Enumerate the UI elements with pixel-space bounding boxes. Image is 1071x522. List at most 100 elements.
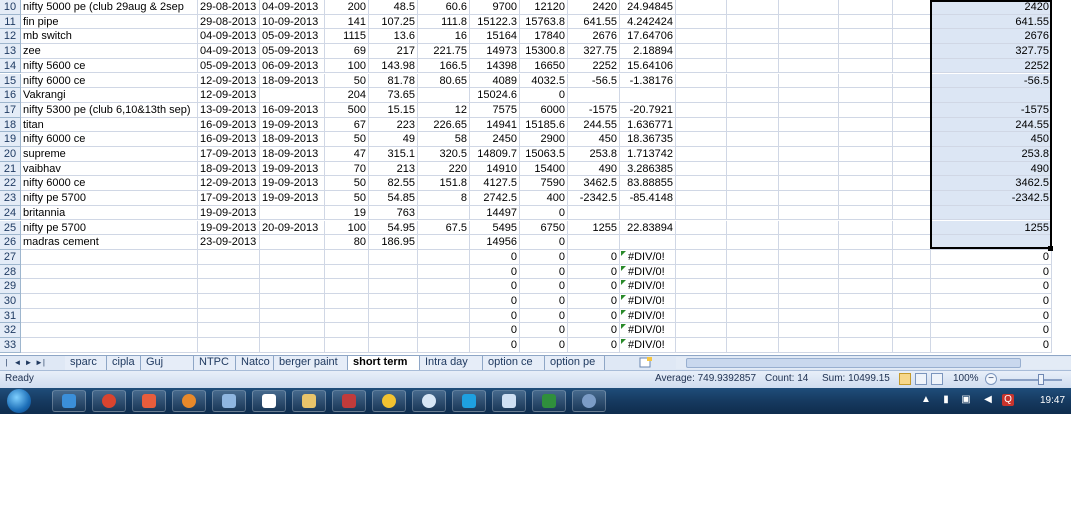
cell[interactable]: 166.5 xyxy=(418,58,470,74)
cell[interactable]: 13.6 xyxy=(369,29,418,45)
row-header[interactable]: 27 xyxy=(0,249,21,265)
cell[interactable] xyxy=(21,264,198,280)
cell[interactable]: 763 xyxy=(369,205,418,221)
cell[interactable] xyxy=(839,14,893,30)
cell[interactable]: 05-09-2013 xyxy=(260,29,325,45)
cell[interactable] xyxy=(325,249,369,265)
cell[interactable] xyxy=(839,323,893,339)
sheet-tab[interactable]: berger paint xyxy=(274,356,348,370)
cell[interactable] xyxy=(676,205,727,221)
row-header[interactable]: 20 xyxy=(0,147,21,162)
row-header[interactable]: 21 xyxy=(0,161,21,177)
cell[interactable]: -2342.5 xyxy=(568,191,620,206)
cell[interactable] xyxy=(676,323,727,339)
cell[interactable]: 12-09-2013 xyxy=(198,88,260,103)
cell[interactable]: 16-09-2013 xyxy=(198,117,260,133)
error-indicator-icon[interactable] xyxy=(621,309,626,315)
cell[interactable]: #DIV/0! xyxy=(620,264,676,280)
cell[interactable] xyxy=(260,294,325,309)
cell[interactable]: 327.75 xyxy=(568,44,620,59)
cell[interactable] xyxy=(839,0,893,15)
cell[interactable] xyxy=(676,220,727,236)
cell[interactable] xyxy=(260,235,325,250)
cell[interactable]: 15.64106 xyxy=(620,58,676,74)
cell[interactable]: 8 xyxy=(418,191,470,206)
selected-cell[interactable]: 2676 xyxy=(931,29,1052,45)
cell[interactable] xyxy=(839,44,893,59)
cell[interactable] xyxy=(325,323,369,339)
cell[interactable] xyxy=(418,294,470,309)
cell[interactable] xyxy=(260,279,325,294)
row-header[interactable]: 26 xyxy=(0,235,21,250)
cell[interactable] xyxy=(369,294,418,309)
row-header[interactable]: 33 xyxy=(0,338,21,353)
cell[interactable]: #DIV/0! xyxy=(620,308,676,324)
selected-cell[interactable]: 327.75 xyxy=(931,44,1052,59)
messenger-icon[interactable] xyxy=(372,390,406,412)
cell[interactable]: 4127.5 xyxy=(470,176,520,192)
cell[interactable] xyxy=(893,191,931,206)
cell[interactable]: 143.98 xyxy=(369,58,418,74)
cell[interactable] xyxy=(779,161,839,177)
cell[interactable] xyxy=(839,102,893,118)
cell[interactable] xyxy=(839,161,893,177)
cell[interactable] xyxy=(727,102,779,118)
cell[interactable]: 213 xyxy=(369,161,418,177)
cell[interactable] xyxy=(893,323,931,339)
cell[interactable] xyxy=(418,235,470,250)
selected-cell[interactable] xyxy=(931,205,1052,221)
cell[interactable] xyxy=(676,132,727,147)
cell[interactable]: vaibhav xyxy=(21,161,198,177)
cell[interactable] xyxy=(839,117,893,133)
cell[interactable]: 186.95 xyxy=(369,235,418,250)
cell[interactable]: 1115 xyxy=(325,29,369,45)
cell[interactable]: 2420 xyxy=(568,0,620,15)
cell[interactable]: 0 xyxy=(520,308,568,324)
cell[interactable] xyxy=(568,88,620,103)
error-indicator-icon[interactable] xyxy=(621,324,626,330)
cell[interactable] xyxy=(620,205,676,221)
cell[interactable]: 15185.6 xyxy=(520,117,568,133)
cell[interactable]: 151.8 xyxy=(418,176,470,192)
cell[interactable]: 12-09-2013 xyxy=(198,73,260,89)
cell[interactable] xyxy=(839,73,893,89)
cell[interactable] xyxy=(893,264,931,280)
cell[interactable] xyxy=(727,132,779,147)
prev-sheet-nav-icon[interactable]: ◄ xyxy=(13,357,22,369)
cell[interactable] xyxy=(369,279,418,294)
cell[interactable] xyxy=(727,338,779,353)
cell[interactable]: 18-09-2013 xyxy=(260,147,325,162)
cell[interactable] xyxy=(727,249,779,265)
row-header[interactable]: 16 xyxy=(0,88,21,103)
cell[interactable] xyxy=(893,14,931,30)
cell[interactable]: 2450 xyxy=(470,132,520,147)
cell[interactable]: 223 xyxy=(369,117,418,133)
cell[interactable] xyxy=(779,338,839,353)
cell[interactable]: nifty 6000 ce xyxy=(21,176,198,192)
cell[interactable]: 15763.8 xyxy=(520,14,568,30)
cell[interactable]: 20-09-2013 xyxy=(260,220,325,236)
cell[interactable]: 81.78 xyxy=(369,73,418,89)
cell[interactable] xyxy=(676,294,727,309)
cell[interactable]: nifty 5600 ce xyxy=(21,58,198,74)
cell[interactable] xyxy=(779,205,839,221)
tray-expand-icon[interactable]: ▲ xyxy=(920,394,932,406)
cell[interactable]: nifty 5000 pe (club 29aug & 2sep xyxy=(21,0,198,15)
cell[interactable] xyxy=(418,279,470,294)
cell[interactable] xyxy=(620,235,676,250)
cell[interactable] xyxy=(779,323,839,339)
cell[interactable] xyxy=(260,323,325,339)
antivirus-icon[interactable]: Q xyxy=(1002,394,1014,406)
row-header[interactable]: 31 xyxy=(0,308,21,324)
row-header[interactable]: 11 xyxy=(0,14,21,30)
cell[interactable]: 16650 xyxy=(520,58,568,74)
cell[interactable]: 0 xyxy=(520,294,568,309)
cell[interactable]: 04-09-2013 xyxy=(198,44,260,59)
cell[interactable]: -1575 xyxy=(568,102,620,118)
cell[interactable]: 14398 xyxy=(470,58,520,74)
cell[interactable]: #DIV/0! xyxy=(620,279,676,294)
cell[interactable] xyxy=(325,264,369,280)
selected-cell[interactable]: -56.5 xyxy=(931,73,1052,89)
cell[interactable] xyxy=(893,102,931,118)
row-header[interactable]: 15 xyxy=(0,73,21,89)
